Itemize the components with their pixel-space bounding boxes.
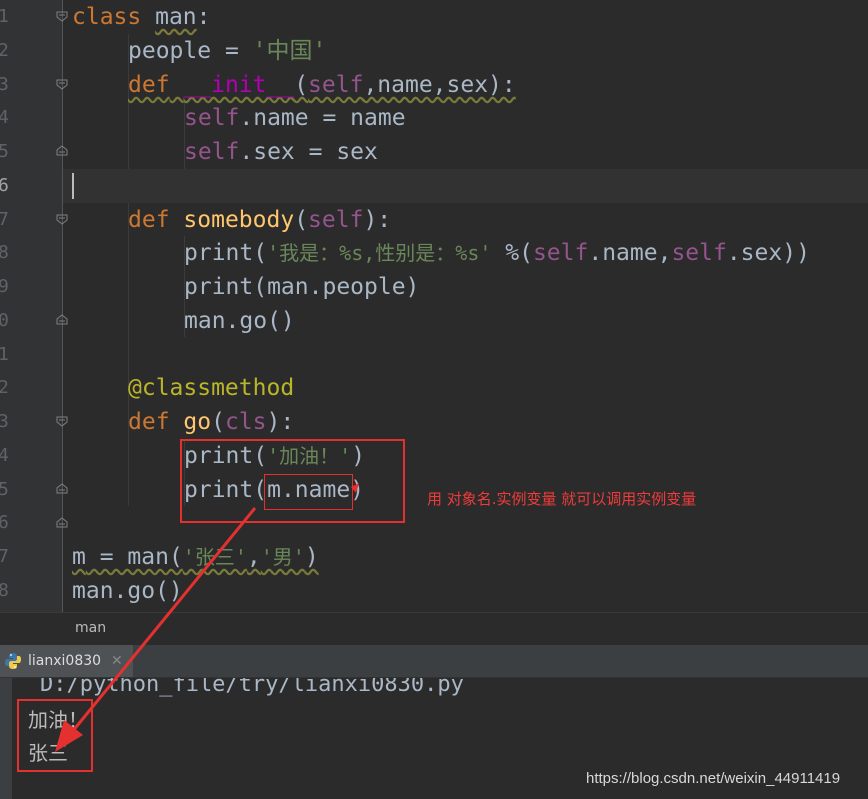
line-number: 3 (0, 74, 9, 95)
line-number: 1 (0, 344, 9, 365)
fold-close-icon[interactable] (55, 516, 69, 530)
line-number: 1 (0, 6, 9, 27)
code-line: m = man('张三','男') (72, 544, 319, 570)
run-tab-label: lianxi0830 (28, 653, 102, 669)
fold-open-icon[interactable] (55, 77, 69, 91)
line-number: 5 (0, 479, 9, 500)
line-number: 2 (0, 40, 9, 61)
code-line: def go(cls): (128, 409, 295, 435)
line-number: 7 (0, 209, 9, 230)
watermark: https://blog.csdn.net/weixin_44911419 (586, 770, 841, 787)
close-icon[interactable]: ✕ (111, 653, 123, 669)
code-line: self.sex = sex (184, 139, 378, 165)
console-gutter (0, 678, 12, 799)
line-number: 8 (0, 242, 9, 263)
text-caret (72, 173, 74, 199)
line-number: 6 (0, 512, 9, 533)
line-number: 5 (0, 141, 9, 162)
code-line: people = '中国' (128, 38, 327, 64)
annotation-box-output (17, 699, 93, 772)
line-number: 4 (0, 107, 9, 128)
fold-close-icon[interactable] (55, 144, 69, 158)
code-line: print('我是：%s,性别是：%s' %(self.name,self.se… (184, 240, 810, 266)
line-number: 4 (0, 445, 9, 466)
code-line: def somebody(self): (128, 207, 392, 233)
console-path-line: D:/python_file/try/lianxi0830.py (40, 678, 464, 697)
line-number: 0 (0, 310, 9, 331)
code-line: class man: (72, 4, 211, 30)
annotation-text: 用 对象名.实例变量 就可以调用实例变量 (427, 490, 697, 508)
breadcrumb-item[interactable]: man (75, 620, 106, 636)
fold-open-icon[interactable] (55, 414, 69, 428)
current-line-highlight (63, 169, 868, 203)
line-number: 7 (0, 546, 9, 567)
line-number: 2 (0, 377, 9, 398)
code-line: self.name = name (184, 105, 406, 131)
python-icon (5, 653, 21, 669)
fold-open-icon[interactable] (55, 9, 69, 23)
run-tab-lianxi0830[interactable]: lianxi0830 ✕ (0, 645, 133, 677)
code-line: man.go() (72, 578, 183, 604)
fold-close-icon[interactable] (55, 313, 69, 327)
fold-close-icon[interactable] (55, 482, 69, 496)
line-number: 6 (0, 175, 9, 196)
line-number: 8 (0, 580, 9, 601)
code-line: @classmethod (128, 375, 295, 401)
code-line: man.go() (184, 308, 295, 334)
code-line: print(man.people) (184, 274, 420, 300)
code-editor[interactable]: 1 2 3 4 5 6 7 8 9 0 1 2 3 4 5 6 7 8 clas… (0, 0, 868, 612)
run-tool-window-tabs: lianxi0830 ✕ (0, 645, 868, 678)
breadcrumb[interactable]: man (0, 612, 868, 645)
code-line: def __init__(self,name,sex): (128, 72, 516, 98)
line-number: 3 (0, 411, 9, 432)
line-number-gutter (0, 0, 62, 612)
fold-open-icon[interactable] (55, 212, 69, 226)
annotation-box-m-name (264, 474, 353, 510)
line-number: 9 (0, 276, 9, 297)
